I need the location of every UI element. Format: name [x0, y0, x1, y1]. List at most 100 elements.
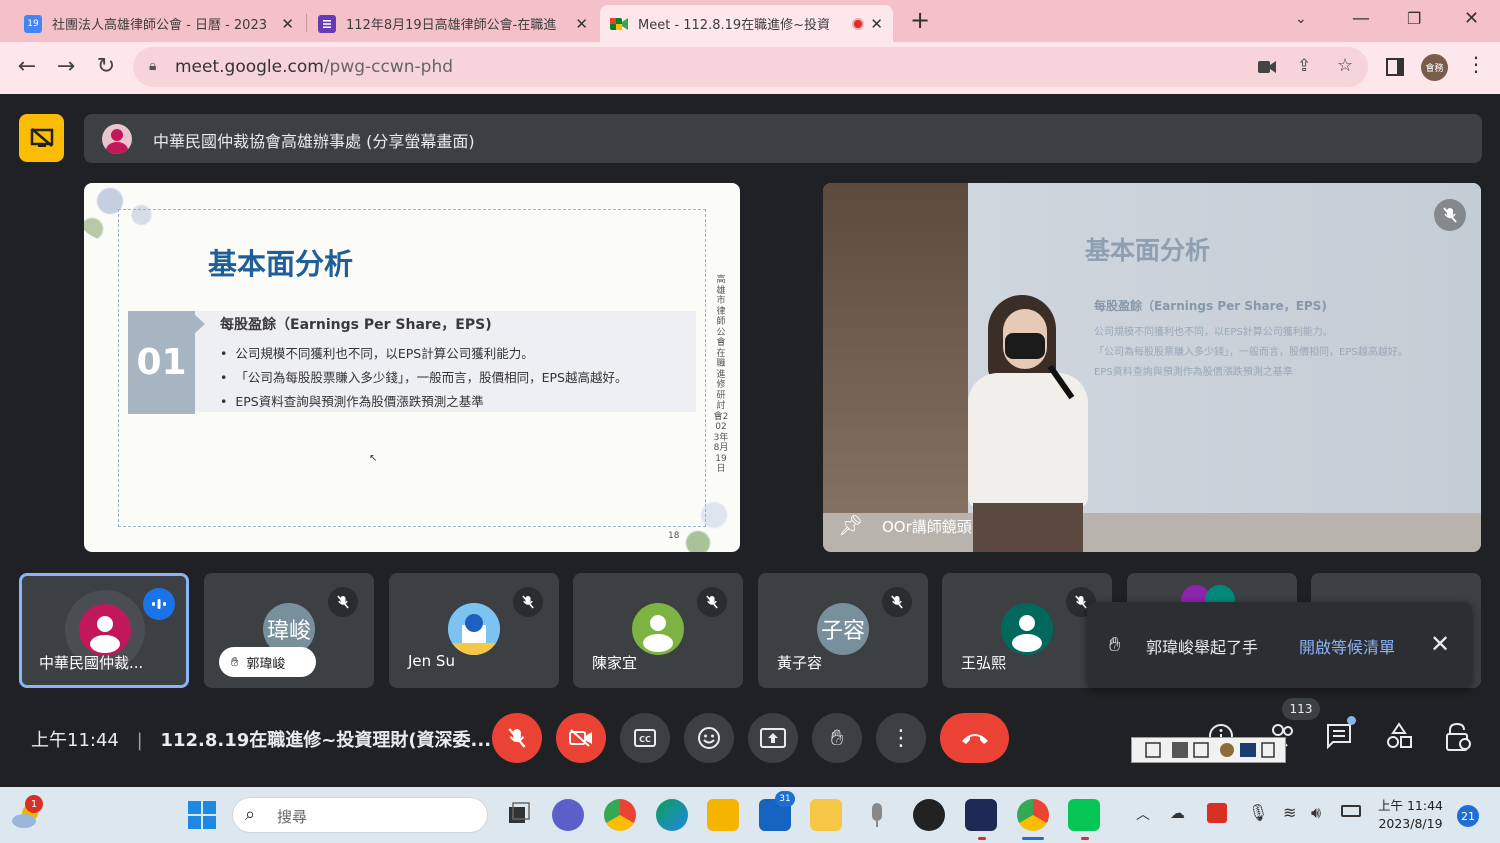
teams-chat-icon[interactable] [552, 799, 584, 831]
minimize-icon[interactable]: — [1352, 8, 1370, 29]
forward-icon[interactable]: → [52, 54, 80, 79]
toast-message: 郭瑋峻舉起了手 [1146, 638, 1259, 657]
menu-kebab-icon[interactable]: ⋮ [1466, 52, 1486, 76]
bookmark-star-icon[interactable]: ☆ [1337, 55, 1353, 76]
restore-icon[interactable]: ❐ [1407, 9, 1421, 28]
speaking-indicator-icon [143, 588, 175, 620]
activities-icon[interactable] [1385, 722, 1413, 754]
onedrive-icon[interactable]: ☁︎ [1170, 804, 1185, 822]
participant-tile[interactable]: 陳家宜 [573, 573, 743, 688]
chrome-icon[interactable] [604, 799, 636, 831]
close-tab-icon[interactable]: ✕ [870, 15, 883, 33]
mic-tray-icon[interactable]: 🎙︎ [1248, 803, 1268, 822]
camera-toggle-button[interactable] [556, 713, 606, 763]
chat-icon[interactable] [1325, 716, 1356, 754]
speaker-camera-tile[interactable]: 基本面分析 每股盈餘（Earnings Per Share，EPS) 公司規模不… [823, 183, 1481, 552]
tab-separator [306, 14, 307, 32]
projected-slide-heading: 每股盈餘（Earnings Per Share，EPS) [1094, 299, 1327, 313]
volume-icon[interactable]: 🔊︎ [1311, 803, 1321, 823]
host-controls-icon[interactable] [1444, 722, 1472, 756]
participant-avatar [1001, 603, 1053, 655]
participant-name: 中華民國仲裁... [39, 654, 144, 672]
file-explorer-icon[interactable] [810, 799, 842, 831]
media-player-icon[interactable] [913, 799, 945, 831]
more-options-button[interactable]: ⋮ [876, 713, 926, 763]
tab-meet[interactable]: Meet - 112.8.19在職進修~投資 ✕ [600, 5, 893, 42]
mic-off-icon[interactable] [1434, 199, 1466, 231]
mic-off-icon [328, 587, 358, 617]
line-app-icon[interactable] [1068, 799, 1100, 831]
slide-bullet: • 「公司為每股股票賺入多少錢」，一般而言，股價相同，EPS越高越好。 [220, 370, 628, 385]
clock-time: 上午 11:44 [1378, 798, 1443, 813]
people-count-badge: 113 [1282, 698, 1320, 720]
chat-unread-dot [1347, 716, 1356, 725]
divider: | [136, 730, 143, 751]
participant-tile[interactable]: 瑋峻 ✋︎ 郭瑋峻 [204, 573, 374, 688]
chrome-profile-icon[interactable] [1017, 799, 1049, 831]
mouse-cursor-icon: ↖ [369, 453, 378, 464]
meeting-title: 112.8.19在職進修~投資理財(資深委... [160, 730, 492, 751]
ime-toolbar[interactable] [1131, 737, 1286, 763]
camera-indicator-icon[interactable] [1258, 61, 1276, 73]
emoji-reaction-button[interactable] [684, 713, 734, 763]
leave-call-button[interactable] [940, 713, 1009, 763]
pin-icon[interactable]: 📌︎ [838, 513, 863, 537]
edge-icon[interactable] [656, 799, 688, 831]
open-queue-link[interactable]: 開啟等候清單 [1299, 634, 1395, 658]
captions-button[interactable]: CC [620, 713, 670, 763]
window-close-icon[interactable]: ✕ [1464, 8, 1479, 29]
slide-title: 基本面分析 [208, 247, 354, 281]
participant-avatar [632, 603, 684, 655]
presenter-avatar [102, 124, 132, 154]
weather-notification-badge: 1 [25, 795, 43, 813]
slide-bullet-text: 「公司為每股股票賺入多少錢」，一般而言，股價相同，EPS越高越好。 [235, 370, 628, 385]
lock-icon[interactable]: 🔒︎ [149, 58, 156, 74]
stop-presenting-icon[interactable] [19, 114, 64, 162]
close-tab-icon[interactable]: ✕ [575, 15, 588, 33]
tab-title: 112年8月19日高雄律師公會-在職進 [346, 18, 557, 33]
tray-overflow-icon[interactable]: ︿ [1136, 804, 1150, 824]
participant-tile[interactable]: 中華民國仲裁... [19, 573, 189, 688]
shared-screen-slide[interactable]: 基本面分析 01 每股盈餘（Earnings Per Share，EPS) • … [84, 183, 740, 552]
address-bar[interactable]: 🔒︎ meet.google.com/pwg-ccwn-phd ⇪ ☆ [133, 47, 1368, 87]
speaker-skirt [973, 503, 1083, 552]
new-tab-icon[interactable]: + [910, 6, 930, 34]
back-icon[interactable]: ← [13, 54, 41, 79]
slide-bullet-text: 公司規模不同獲利也不同，以EPS計算公司獲利能力。 [235, 346, 534, 361]
tab-calendar[interactable]: 19 社團法人高雄律師公會 - 日曆 - 2023 ✕ [14, 5, 304, 42]
task-view-icon[interactable] [503, 799, 535, 831]
taskbar-search-box[interactable]: ⌕ 搜尋 [232, 797, 488, 833]
speaker-mask [1005, 333, 1045, 359]
reload-icon[interactable]: ↻ [92, 54, 120, 79]
camera-tile-label: OOr講師鏡頭 [882, 518, 972, 536]
profile-avatar[interactable]: 會務 [1421, 54, 1448, 81]
raise-hand-button[interactable]: ✋︎ [812, 713, 862, 763]
notification-center-badge[interactable]: 21 [1457, 805, 1479, 827]
photos-app-icon[interactable] [707, 799, 739, 831]
voice-recorder-icon[interactable] [861, 799, 893, 831]
meeting-info: 上午11:44 | 112.8.19在職進修~投資理財(資深委... [31, 726, 491, 752]
tab-forms[interactable]: 112年8月19日高雄律師公會-在職進 ✕ [308, 5, 598, 42]
share-icon[interactable]: ⇪ [1297, 56, 1311, 76]
close-icon[interactable]: ✕ [1430, 630, 1450, 658]
meeting-clock: 上午11:44 [31, 730, 119, 751]
participant-avatar: 子容 [817, 603, 869, 655]
tab-search-icon[interactable]: ⌄ [1295, 11, 1307, 27]
mail-icon[interactable]: 31 [759, 791, 795, 831]
present-screen-button[interactable] [748, 713, 798, 763]
participant-tile[interactable]: 子容 黃子容 [758, 573, 928, 688]
taskbar-clock[interactable]: 上午 11:44 2023/8/19 [1378, 797, 1443, 833]
svg-text:CC: CC [639, 735, 651, 744]
participant-name: 王弘熙 [961, 654, 1007, 672]
battery-icon[interactable] [1341, 805, 1361, 817]
dropbox-tray-icon[interactable] [1207, 803, 1227, 823]
wifi-icon[interactable]: ≋ [1283, 803, 1296, 822]
webex-icon[interactable] [965, 799, 997, 831]
meet-stage: 中華民國仲裁協會高雄辦事處 (分享螢幕畫面) 基本面分析 01 每股盈餘（Ear… [0, 94, 1500, 787]
participant-tile[interactable]: Jen Su [389, 573, 559, 688]
windows-start-icon[interactable] [188, 801, 216, 829]
close-tab-icon[interactable]: ✕ [281, 15, 294, 33]
side-panel-icon[interactable] [1386, 58, 1404, 76]
microphone-toggle-button[interactable] [492, 713, 542, 763]
projected-slide-bullets: 公司規模不同獲利也不同，以EPS計算公司獲利能力。 「公司為每股股票賺入多少錢」… [1094, 323, 1408, 383]
